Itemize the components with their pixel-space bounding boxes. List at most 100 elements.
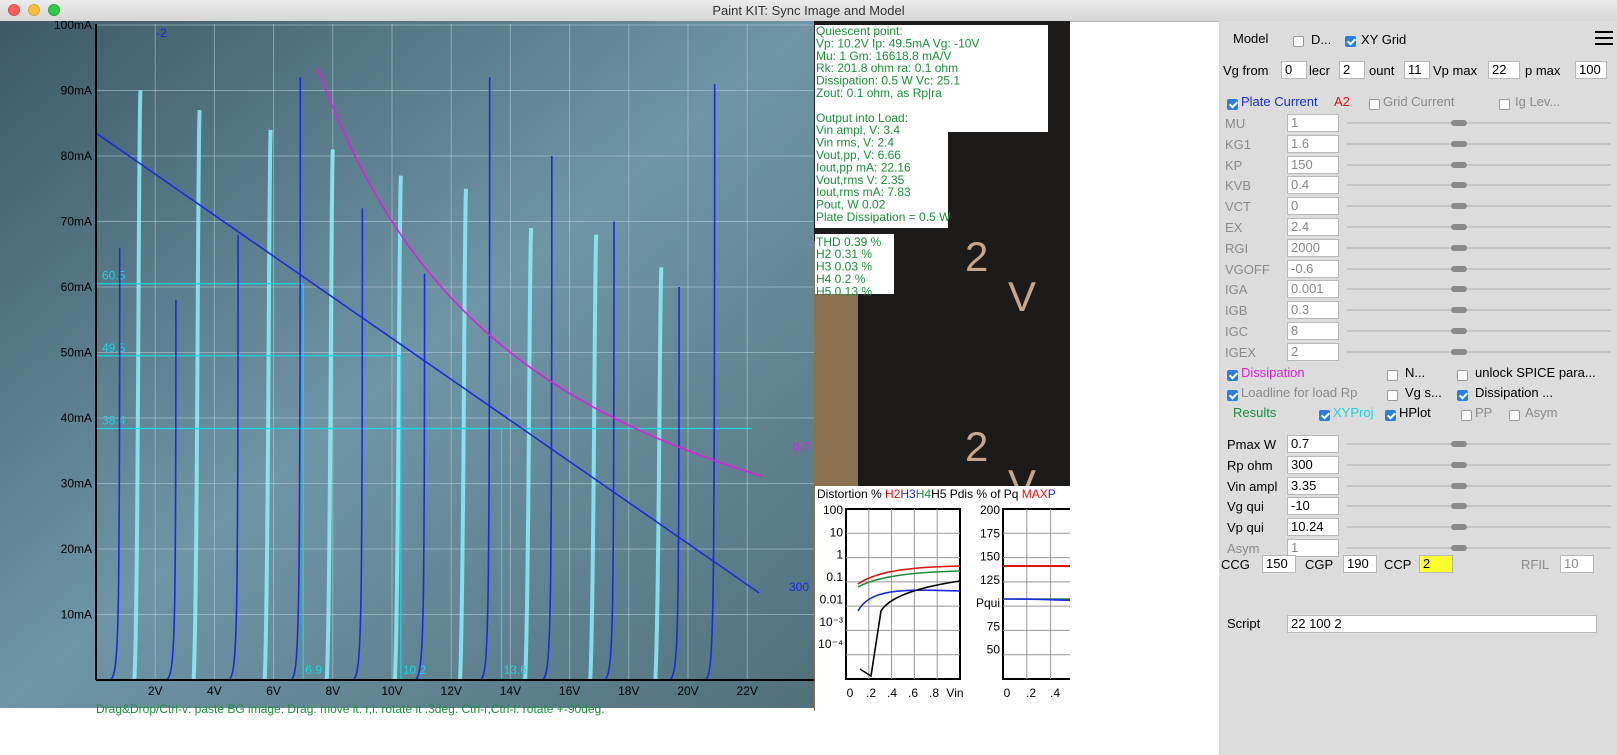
res-param-input[interactable]: 10.24 <box>1287 518 1339 537</box>
pp-checkbox[interactable] <box>1461 407 1472 422</box>
spice-param-slider[interactable] <box>1347 163 1611 166</box>
script-label: Script <box>1227 616 1261 631</box>
cgp-input[interactable]: 190 <box>1343 555 1377 573</box>
spice-param-input[interactable]: -0.6 <box>1287 259 1339 278</box>
spice-param-slider[interactable] <box>1347 205 1611 208</box>
slider-knob[interactable] <box>1451 524 1467 531</box>
plate-current-checkbox[interactable] <box>1227 96 1238 111</box>
ccp-input[interactable]: 2 <box>1419 555 1453 573</box>
distortion-x-tick: Vin <box>946 686 963 700</box>
spice-param-slider[interactable] <box>1347 122 1611 124</box>
unlock-spice-checkbox[interactable] <box>1457 367 1468 382</box>
spice-param-input[interactable]: 150 <box>1287 155 1339 174</box>
spice-param-slider[interactable] <box>1347 184 1611 187</box>
spice-param-slider[interactable] <box>1347 246 1611 249</box>
spice-param-slider[interactable] <box>1347 288 1611 291</box>
menu-icon[interactable] <box>1595 31 1613 45</box>
distortion-y-tick: 100 <box>823 503 843 517</box>
slider-knob[interactable] <box>1451 182 1467 189</box>
slider-knob[interactable] <box>1451 503 1467 510</box>
vg-from-input[interactable]: 0 <box>1281 61 1307 79</box>
dissipation-y-tick: Pqui <box>976 596 1000 610</box>
res-param-input[interactable]: 300 <box>1287 455 1339 474</box>
spice-param-slider[interactable] <box>1347 142 1611 145</box>
slider-knob[interactable] <box>1451 328 1467 334</box>
slider-knob[interactable] <box>1451 120 1467 126</box>
y-tick-label: 10mA <box>61 608 92 622</box>
spice-param-input[interactable]: 2.4 <box>1287 218 1339 236</box>
hplot-checkbox[interactable] <box>1385 407 1396 422</box>
spice-param-slider[interactable] <box>1347 226 1611 228</box>
ig-lev-checkbox[interactable] <box>1499 96 1510 111</box>
x-tick-label: 18V <box>618 684 639 698</box>
slider-knob[interactable] <box>1451 203 1467 210</box>
xyproj-checkbox[interactable] <box>1319 407 1330 422</box>
slider-knob[interactable] <box>1451 461 1467 468</box>
n-checkbox[interactable] <box>1387 367 1398 382</box>
spice-param-slider[interactable] <box>1347 309 1611 312</box>
vg-s-checkbox[interactable] <box>1387 387 1398 402</box>
dissipation-y-tick: 125 <box>980 573 1000 587</box>
slider-knob[interactable] <box>1451 140 1467 147</box>
script-input[interactable]: 22 100 2 <box>1287 615 1597 633</box>
slider-knob[interactable] <box>1451 482 1467 489</box>
spice-param-input[interactable]: 1.6 <box>1287 134 1339 153</box>
res-param-slider[interactable] <box>1347 505 1611 508</box>
cursor-label-x: 6.9 <box>305 663 322 677</box>
spice-param-slider[interactable] <box>1347 350 1611 353</box>
spice-param-input[interactable]: 0.3 <box>1287 301 1339 320</box>
spice-param-input[interactable]: 0 <box>1287 197 1339 216</box>
res-param-input[interactable]: 0.7 <box>1287 435 1339 453</box>
ip-max-input[interactable]: 100 <box>1575 61 1607 79</box>
count-input[interactable]: 11 <box>1404 61 1430 79</box>
vp-max-input[interactable]: 22 <box>1488 61 1520 79</box>
dissipation2-checkbox[interactable] <box>1457 387 1468 402</box>
slider-knob[interactable] <box>1451 545 1467 551</box>
ccp-label: CCP <box>1384 557 1412 572</box>
res-param-slider[interactable] <box>1347 526 1611 529</box>
y-tick-label: 50mA <box>61 346 92 360</box>
xy-grid-checkbox[interactable] <box>1345 33 1356 48</box>
grid-current-checkbox[interactable] <box>1369 96 1380 111</box>
asym-checkbox[interactable] <box>1509 407 1520 422</box>
spice-param-label: VCT <box>1225 199 1251 215</box>
dissipation-plot-frame <box>1002 508 1070 680</box>
dissipation-checkbox[interactable] <box>1227 367 1238 382</box>
res-param-slider[interactable] <box>1347 547 1611 549</box>
slider-knob[interactable] <box>1451 224 1467 230</box>
res-param-slider[interactable] <box>1347 443 1611 445</box>
ccg-input[interactable]: 150 <box>1262 555 1296 573</box>
x-tick-label: 8V <box>325 684 340 698</box>
d-checkbox[interactable] <box>1293 33 1304 48</box>
slider-knob[interactable] <box>1451 286 1467 293</box>
dissipation-y-tick: 175 <box>980 526 1000 540</box>
spice-param-label: EX <box>1225 220 1243 235</box>
loadline-checkbox[interactable] <box>1227 387 1238 402</box>
spice-param-input[interactable]: 1 <box>1287 114 1339 132</box>
res-param-slider[interactable] <box>1347 484 1611 487</box>
spice-param-slider[interactable] <box>1347 267 1611 270</box>
spice-param-input[interactable]: 2 <box>1287 342 1339 361</box>
res-param-slider[interactable] <box>1347 463 1611 466</box>
spice-param-label: IGEX <box>1225 344 1257 360</box>
slider-knob[interactable] <box>1451 244 1467 251</box>
plot-canvas[interactable]: 2V2V 60.549.538.46.9 10.2 13.6 10mA20mA30m… <box>0 21 1070 711</box>
res-param-input[interactable]: 3.35 <box>1287 476 1339 495</box>
spice-param-input[interactable]: 2000 <box>1287 238 1339 257</box>
decr-input[interactable]: 2 <box>1339 61 1365 79</box>
background-image[interactable] <box>0 21 814 708</box>
spice-param-input[interactable]: 8 <box>1287 322 1339 340</box>
slider-knob[interactable] <box>1451 307 1467 314</box>
res-param-input[interactable]: -10 <box>1287 497 1339 516</box>
slider-knob[interactable] <box>1451 265 1467 272</box>
slider-knob[interactable] <box>1451 161 1467 168</box>
vg-s-label: Vg s... <box>1405 385 1442 400</box>
spice-param-input[interactable]: 0.001 <box>1287 280 1339 299</box>
slider-knob[interactable] <box>1451 348 1467 355</box>
spice-param-slider[interactable] <box>1347 330 1611 332</box>
rfil-input[interactable]: 10 <box>1560 555 1594 573</box>
loadline-label: Loadline for load Rp <box>1241 385 1358 400</box>
scope-panel-glyph: 2 <box>965 233 988 280</box>
spice-param-input[interactable]: 0.4 <box>1287 176 1339 195</box>
slider-knob[interactable] <box>1451 441 1467 447</box>
